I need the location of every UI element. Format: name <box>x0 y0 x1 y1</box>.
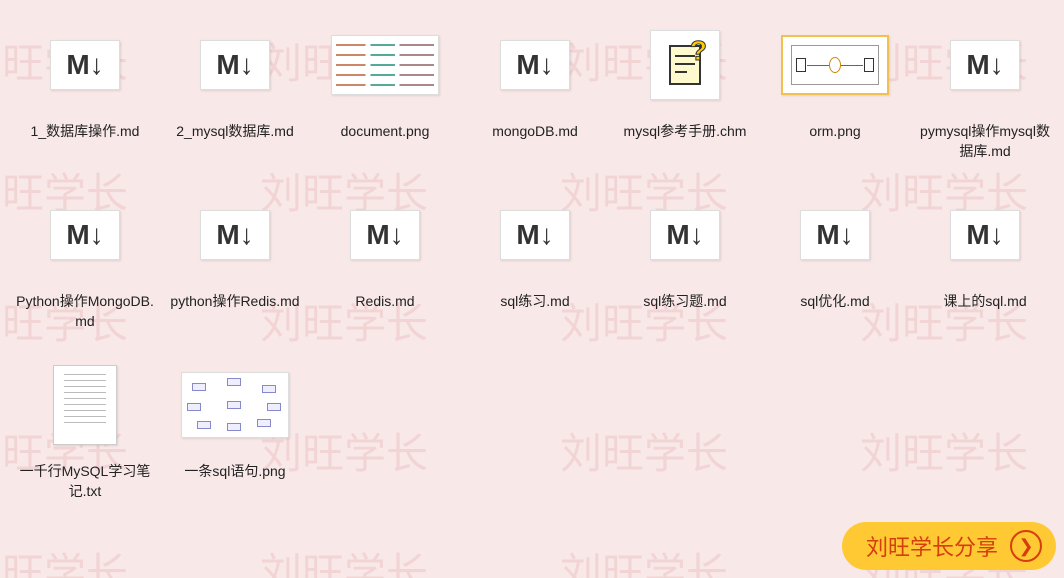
file-icon: ? <box>630 20 740 110</box>
markdown-icon: M↓ <box>200 210 270 260</box>
file-item[interactable]: M↓ sql练习题.md <box>610 180 760 350</box>
markdown-icon: M↓ <box>500 40 570 90</box>
file-icon: M↓ <box>30 190 140 280</box>
file-icon <box>780 20 890 110</box>
markdown-icon: M↓ <box>950 210 1020 260</box>
watermark-text: 刘旺学长 <box>260 540 428 578</box>
file-label: mysql参考手册.chm <box>624 122 747 142</box>
file-item[interactable]: M↓ sql优化.md <box>760 180 910 350</box>
markdown-icon: M↓ <box>500 210 570 260</box>
file-label: document.png <box>341 122 430 142</box>
share-badge[interactable]: 刘旺学长分享 ❯ <box>842 522 1056 570</box>
watermark-text: 刘旺学长 <box>560 540 728 578</box>
file-item[interactable]: M↓ sql练习.md <box>460 180 610 350</box>
file-label: sql练习.md <box>500 292 569 312</box>
file-label: 课上的sql.md <box>943 292 1026 312</box>
file-icon: M↓ <box>780 190 890 280</box>
markdown-icon: M↓ <box>800 210 870 260</box>
file-icon: M↓ <box>930 190 1040 280</box>
file-item[interactable]: document.png <box>310 10 460 180</box>
file-label: sql练习题.md <box>643 292 726 312</box>
markdown-icon: M↓ <box>950 40 1020 90</box>
image-thumbnail-icon <box>781 35 889 95</box>
file-label: Redis.md <box>355 292 414 312</box>
watermark-text: 刘旺学长 <box>0 540 128 578</box>
file-item[interactable]: M↓ 1_数据库操作.md <box>10 10 160 180</box>
file-grid: M↓ 1_数据库操作.md M↓ 2_mysql数据库.md document.png M… <box>0 0 1064 530</box>
file-item[interactable]: M↓ 课上的sql.md <box>910 180 1060 350</box>
file-item[interactable]: orm.png <box>760 10 910 180</box>
help-file-icon: ? <box>650 30 720 100</box>
file-item[interactable]: M↓ pymysql操作mysql数据库.md <box>910 10 1060 180</box>
file-label: mongoDB.md <box>492 122 578 142</box>
file-label: pymysql操作mysql数据库.md <box>915 122 1055 161</box>
file-item[interactable]: M↓ 2_mysql数据库.md <box>160 10 310 180</box>
file-icon: M↓ <box>30 20 140 110</box>
file-item[interactable]: M↓ python操作Redis.md <box>160 180 310 350</box>
file-icon: M↓ <box>180 20 290 110</box>
file-icon: M↓ <box>480 190 590 280</box>
file-icon <box>30 360 140 450</box>
file-label: 1_数据库操作.md <box>31 122 140 142</box>
file-icon: M↓ <box>930 20 1040 110</box>
markdown-icon: M↓ <box>200 40 270 90</box>
markdown-icon: M↓ <box>650 210 720 260</box>
markdown-icon: M↓ <box>350 210 420 260</box>
markdown-icon: M↓ <box>50 210 120 260</box>
file-label: orm.png <box>809 122 860 142</box>
markdown-icon: M↓ <box>50 40 120 90</box>
file-icon: M↓ <box>630 190 740 280</box>
file-item[interactable]: 一千行MySQL学习笔记.txt <box>10 350 160 520</box>
text-file-icon <box>53 365 117 445</box>
file-label: Python操作MongoDB.md <box>15 292 155 331</box>
share-text: 刘旺学长分享 <box>866 530 998 562</box>
file-item[interactable]: M↓ Python操作MongoDB.md <box>10 180 160 350</box>
file-icon: M↓ <box>180 190 290 280</box>
file-item[interactable]: M↓ Redis.md <box>310 180 460 350</box>
file-label: 一千行MySQL学习笔记.txt <box>15 462 155 501</box>
file-label: 一条sql语句.png <box>184 462 285 482</box>
file-label: sql优化.md <box>800 292 869 312</box>
file-label: python操作Redis.md <box>170 292 299 312</box>
image-thumbnail-icon <box>181 372 289 438</box>
arrow-icon: ❯ <box>1010 530 1042 562</box>
file-item[interactable]: ? mysql参考手册.chm <box>610 10 760 180</box>
file-item[interactable]: M↓ mongoDB.md <box>460 10 610 180</box>
file-icon <box>180 360 290 450</box>
file-icon: M↓ <box>480 20 590 110</box>
file-icon: M↓ <box>330 190 440 280</box>
file-icon <box>330 20 440 110</box>
file-item[interactable]: 一条sql语句.png <box>160 350 310 520</box>
image-thumbnail-icon <box>331 35 439 95</box>
file-label: 2_mysql数据库.md <box>176 122 293 142</box>
